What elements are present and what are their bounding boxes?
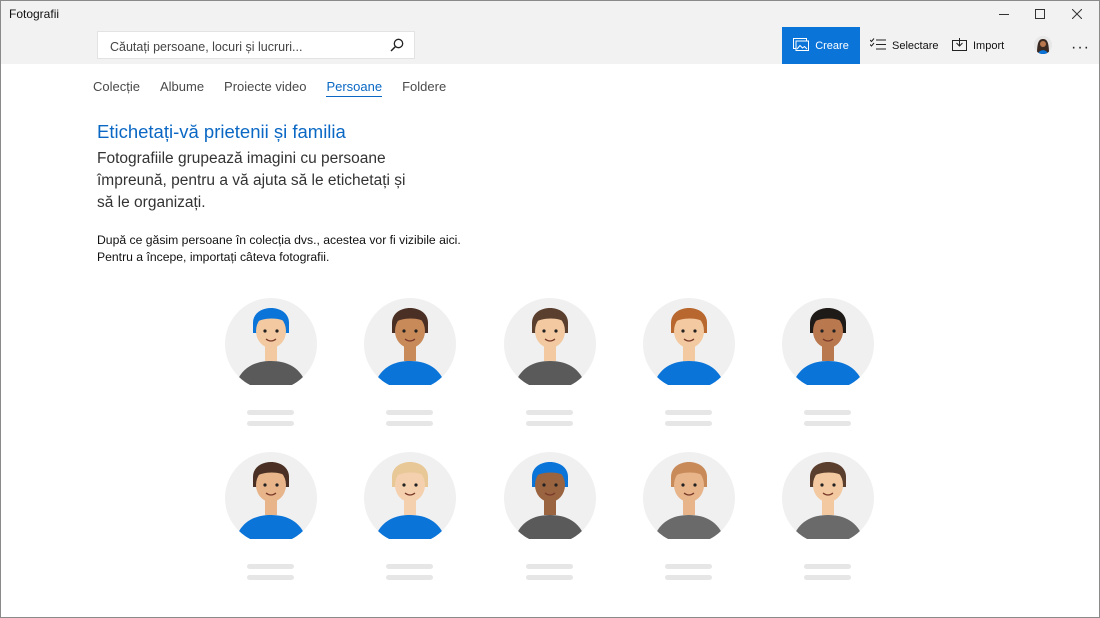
name-placeholder-bar [247,410,294,415]
photos-window: Fotografii Creare Selectare Import [0,0,1100,618]
page-description: Fotografiile grupează imagini cu persoan… [97,150,406,211]
search-input[interactable] [108,37,382,57]
count-placeholder-bar [804,421,851,426]
person-illustration [364,298,456,385]
name-placeholder-bar [386,410,433,415]
create-label: Creare [815,39,849,52]
select-button[interactable]: Selectare [869,27,939,64]
name-placeholder-bar [526,564,573,569]
person-illustration [504,452,596,539]
note-line-2: Pentru a începe, importați câteva fotogr… [97,250,330,264]
name-placeholder-bar [247,564,294,569]
count-placeholder-bar [526,575,573,580]
tab-people[interactable]: Persoane [326,79,383,97]
search-icon[interactable] [390,38,404,57]
import-label: Import [973,39,1005,52]
person-illustration [782,298,874,385]
person-placeholder [223,443,319,580]
count-placeholder-bar [804,575,851,580]
app-title: Fotografii [9,7,60,21]
empty-state-note: După ce găsim persoane în colecția dvs.,… [97,232,461,266]
tab-collection[interactable]: Colecție [93,79,140,97]
account-avatar[interactable] [1034,36,1052,54]
person-placeholder [502,443,598,580]
search-box[interactable] [97,31,415,59]
person-illustration [225,298,317,385]
person-placeholder [641,443,737,580]
person-placeholder [362,443,458,580]
more-options-icon[interactable]: ··· [1071,39,1090,57]
import-button[interactable]: Import [952,27,1004,64]
person-illustration [643,298,735,385]
select-list-icon [869,38,886,53]
name-placeholder-bar [804,410,851,415]
count-placeholder-bar [386,575,433,580]
minimize-icon[interactable] [986,1,1022,27]
create-button[interactable]: Creare [782,27,860,64]
count-placeholder-bar [526,421,573,426]
name-placeholder-bar [665,564,712,569]
person-placeholder [362,289,458,426]
count-placeholder-bar [665,575,712,580]
person-illustration [364,452,456,539]
count-placeholder-bar [247,421,294,426]
person-placeholder [780,289,876,426]
person-placeholder [641,289,737,426]
person-placeholder [502,289,598,426]
person-placeholder [223,289,319,426]
tab-albums[interactable]: Albume [160,79,204,97]
tab-bar: Colecție Albume Proiecte video Persoane … [93,79,466,97]
name-placeholder-bar [526,410,573,415]
name-placeholder-bar [804,564,851,569]
select-label: Selectare [892,39,939,52]
count-placeholder-bar [386,421,433,426]
tab-folders[interactable]: Foldere [402,79,446,97]
person-illustration [782,452,874,539]
close-icon[interactable] [1059,1,1095,27]
import-icon [952,37,967,54]
note-line-1: După ce găsim persoane în colecția dvs.,… [97,233,461,247]
tab-video-projects[interactable]: Proiecte video [224,79,306,97]
person-illustration [643,452,735,539]
count-placeholder-bar [665,421,712,426]
person-illustration [504,298,596,385]
create-icon [793,37,810,54]
maximize-icon[interactable] [1022,1,1058,27]
page-heading: Etichetați-vă prietenii și familia [97,121,346,142]
person-placeholder [780,443,876,580]
name-placeholder-bar [665,410,712,415]
name-placeholder-bar [386,564,433,569]
count-placeholder-bar [247,575,294,580]
person-illustration [225,452,317,539]
